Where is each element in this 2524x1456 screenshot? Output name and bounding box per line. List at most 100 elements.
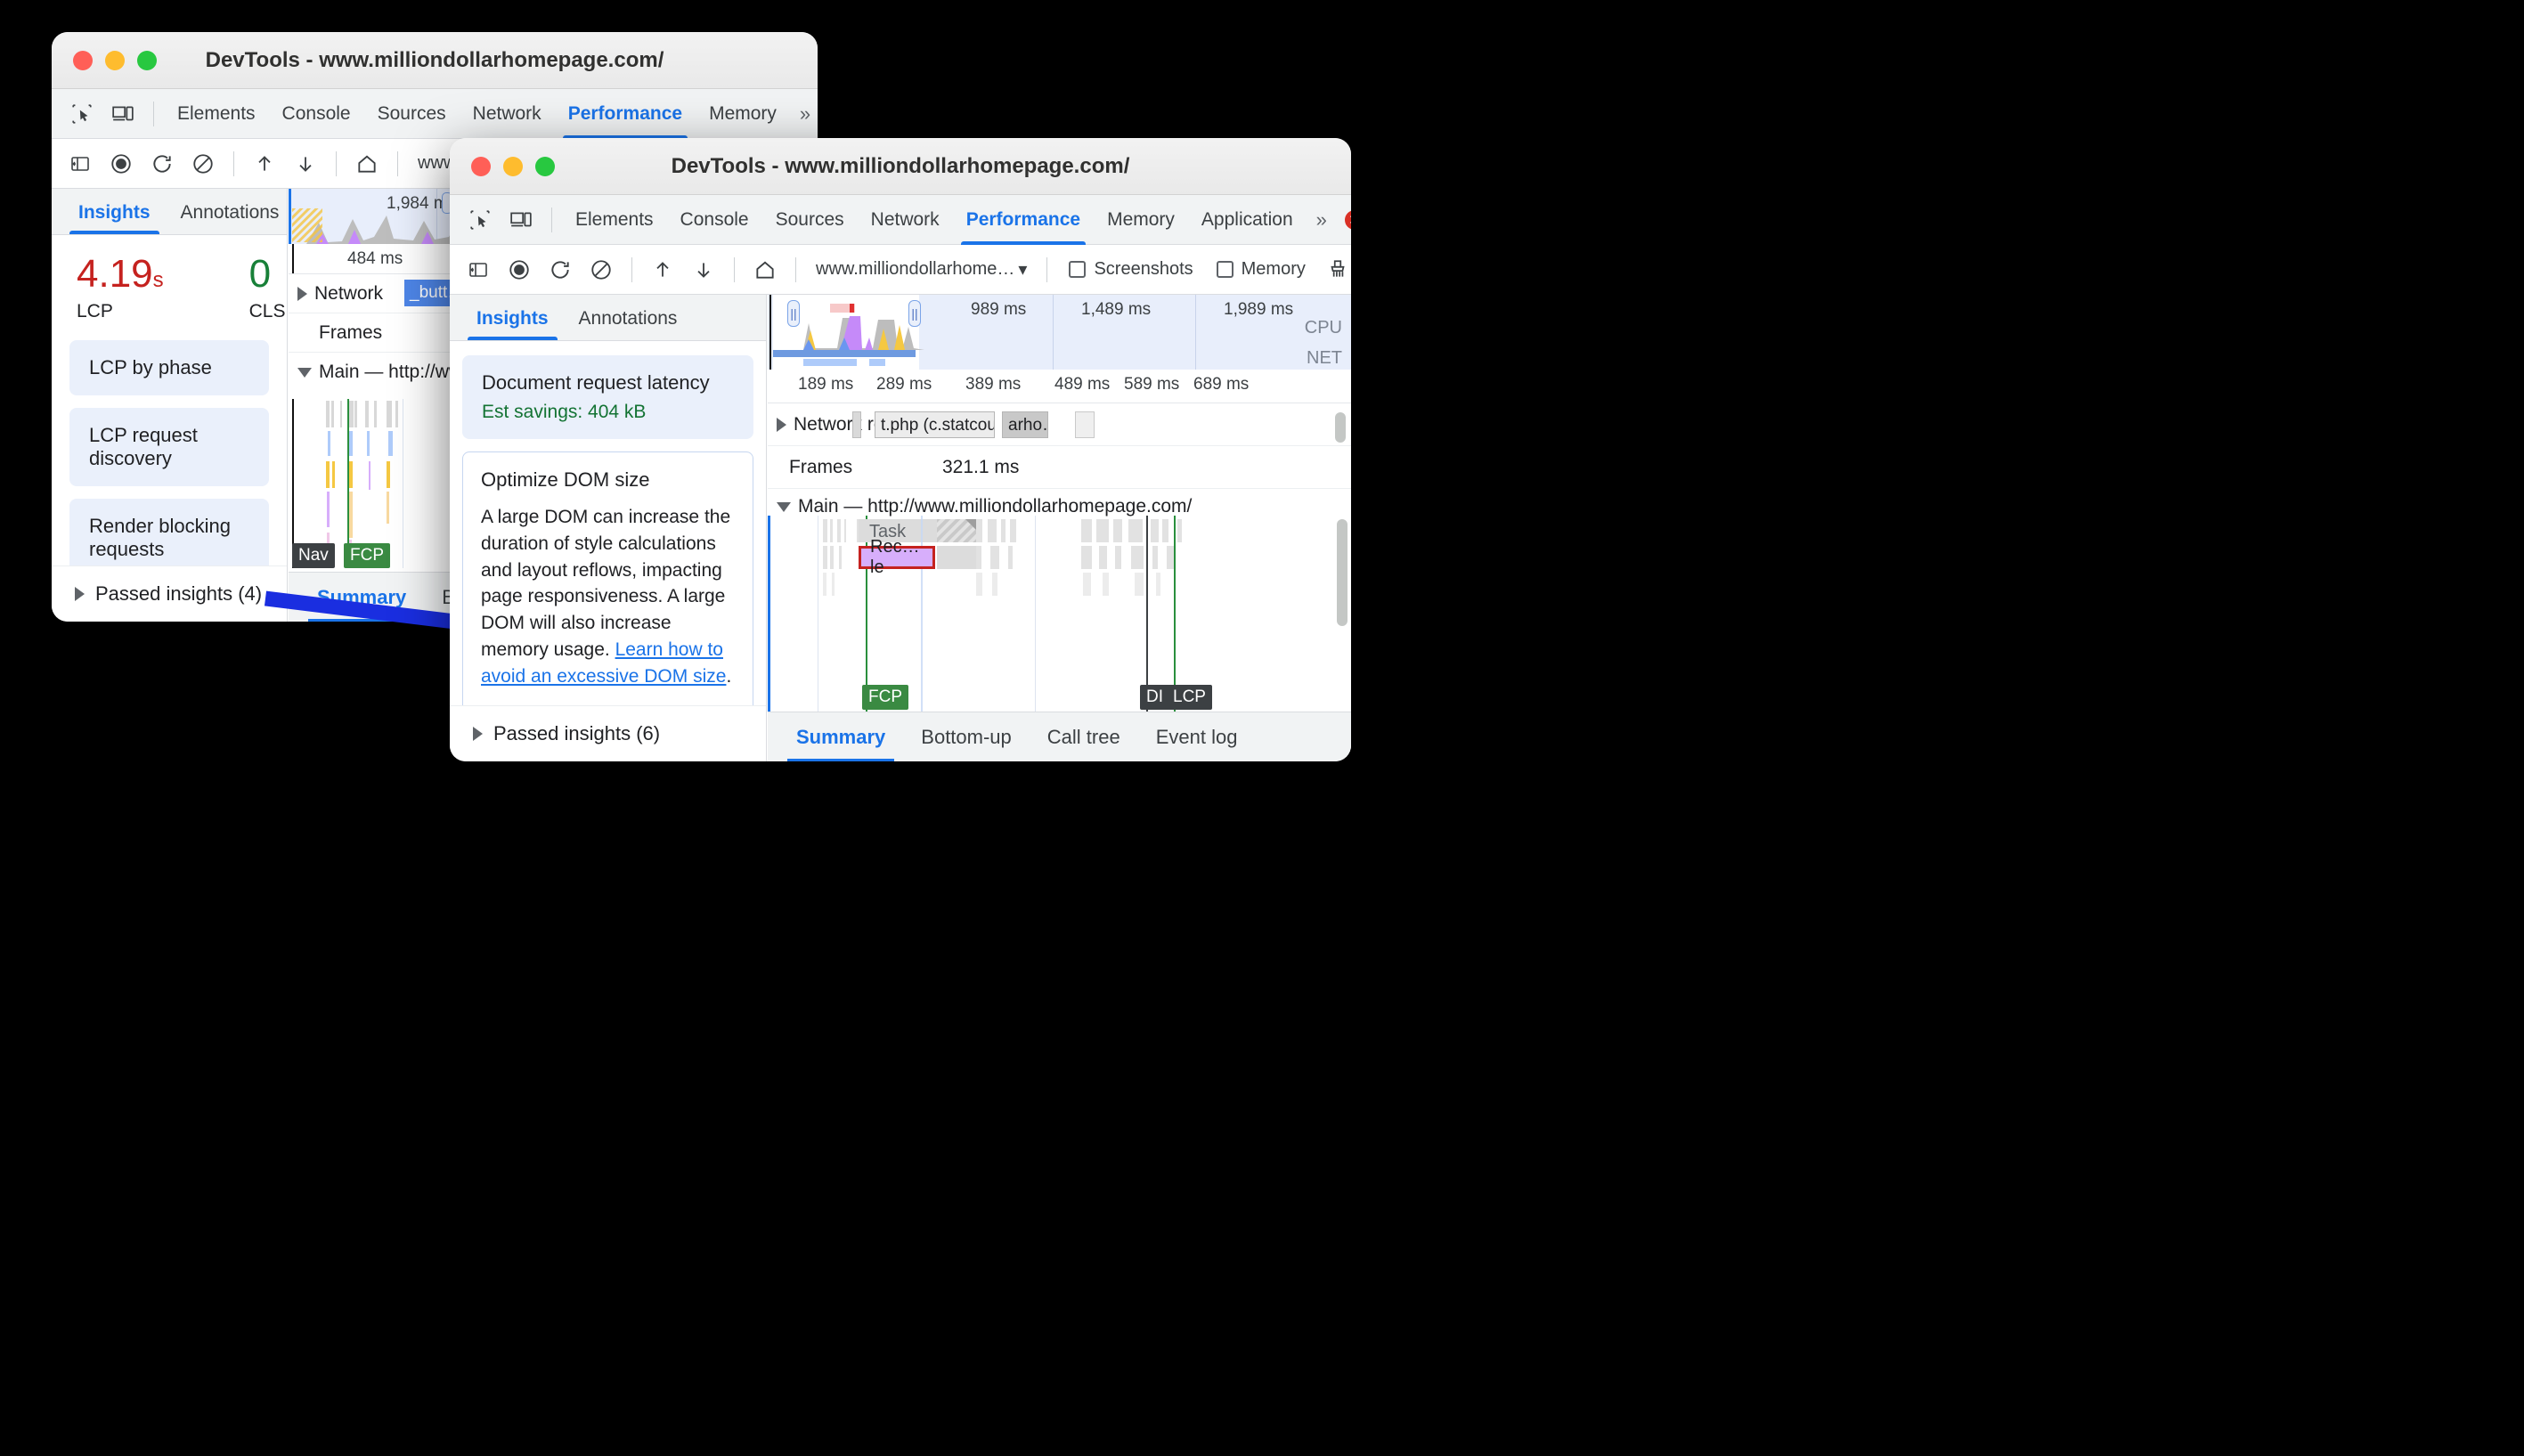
tab-sources[interactable]: Sources (365, 89, 459, 139)
insight-card[interactable]: LCP by phase (69, 340, 269, 395)
tab-performance[interactable]: Performance (556, 89, 695, 139)
tab-performance[interactable]: Performance (954, 195, 1093, 245)
tab-console[interactable]: Console (668, 195, 761, 245)
tab-memory[interactable]: Memory (696, 89, 789, 139)
window2-timeline[interactable]: 489 ms 989 ms 1,489 ms 1,989 ms CPU NET (768, 295, 1351, 761)
zoom-window-button[interactable] (535, 156, 555, 176)
device-toolbar-icon[interactable] (501, 200, 541, 240)
tab-network[interactable]: Network (460, 89, 554, 139)
insight-card-optimize-dom-size[interactable]: Optimize DOM size A large DOM can increa… (462, 451, 753, 705)
timeline-scrollbar-top[interactable] (1335, 412, 1346, 443)
zoom-window-button[interactable] (137, 50, 157, 70)
record-button[interactable] (102, 144, 141, 183)
window2-titlebar[interactable]: DevTools - www.milliondollarhomepage.com… (450, 138, 1351, 195)
window1-devtools-tabbar[interactable]: Elements Console Sources Network Perform… (52, 89, 818, 139)
window1-passed-insights[interactable]: Passed insights (4) (52, 565, 287, 622)
close-window-button[interactable] (471, 156, 491, 176)
window1-traffic-lights[interactable] (52, 50, 157, 70)
sidebar-tab-annotations[interactable]: Annotations (168, 202, 287, 234)
tab-memory[interactable]: Memory (1095, 195, 1187, 245)
track-main-label[interactable]: Main — http://www.milliondollarhomepage.… (768, 496, 1192, 517)
upload-profile-icon[interactable] (245, 144, 284, 183)
window2-issue-counters[interactable]: ✕ 2 1 ! 3 (1338, 209, 1351, 231)
origin-selector[interactable]: www.milliondollarhome… ▾ (807, 258, 1036, 281)
checkbox-box[interactable] (1069, 261, 1087, 278)
sidebar-tab-annotations[interactable]: Annotations (566, 308, 690, 340)
window1-sidebar-tabs[interactable]: Insights Annotations (52, 189, 287, 235)
sidebar-tab-insights[interactable]: Insights (66, 202, 163, 234)
window1-titlebar[interactable]: DevTools - www.milliondollarhomepage.com… (52, 32, 818, 89)
tab-console[interactable]: Console (270, 89, 363, 139)
marker-fcp[interactable]: FCP (862, 685, 908, 710)
devtools-window-2[interactable]: DevTools - www.milliondollarhomepage.com… (450, 138, 1351, 761)
window2-traffic-lights[interactable] (450, 156, 555, 176)
toggle-sidebar-icon[interactable] (459, 250, 498, 289)
track-network-label[interactable]: Network re (768, 414, 884, 435)
device-toolbar-icon[interactable] (103, 94, 142, 134)
checkbox-box[interactable] (1216, 261, 1234, 278)
clear-icon[interactable] (183, 144, 223, 183)
tab-application[interactable]: Application (1189, 195, 1306, 245)
more-tabs-icon[interactable]: » (1307, 208, 1336, 232)
record-and-reload-icon[interactable] (541, 250, 580, 289)
window2-performance-toolbar[interactable]: www.milliondollarhome… ▾ Screenshots Mem… (450, 245, 1351, 295)
bottom-tab-summary[interactable]: Summary (782, 712, 900, 761)
minimize-window-button[interactable] (105, 50, 125, 70)
tab-elements[interactable]: Elements (563, 195, 666, 245)
marker-nav[interactable]: Nav (292, 543, 335, 568)
track-frames[interactable]: Frames 321.1 ms (768, 446, 1351, 489)
metric-lcp[interactable]: 4.19s LCP (77, 255, 164, 322)
bottom-tab-bottom-up[interactable]: Bottom-up (907, 712, 1026, 762)
overview-window-right-handle[interactable]: || (908, 300, 921, 327)
toggle-sidebar-icon[interactable] (61, 144, 100, 183)
marker-fcp[interactable]: FCP (344, 543, 390, 568)
upload-profile-icon[interactable] (643, 250, 682, 289)
overview-window-left-handle[interactable] (289, 189, 291, 244)
flame-vertical-scrollbar[interactable] (1337, 519, 1347, 626)
window2-insights-sidebar[interactable]: Insights Annotations Document request la… (450, 295, 767, 761)
sidebar-tab-insights[interactable]: Insights (464, 308, 561, 340)
insight-card-document-request-latency[interactable]: Document request latency Est savings: 40… (462, 355, 753, 439)
window2-flame-chart[interactable]: Task Rec…le FCP DI LCP (768, 516, 1351, 712)
network-request-bar[interactable] (1075, 411, 1095, 438)
home-icon[interactable] (745, 250, 785, 289)
collect-garbage-icon[interactable] (1318, 250, 1351, 289)
home-icon[interactable] (347, 144, 387, 183)
memory-checkbox[interactable]: Memory (1206, 259, 1316, 280)
metric-cls[interactable]: 0 CLS (249, 255, 286, 322)
more-tabs-icon[interactable]: » (791, 102, 818, 126)
clear-icon[interactable] (582, 250, 621, 289)
insight-card[interactable]: LCP request discovery (69, 408, 269, 486)
inspect-element-icon[interactable] (460, 200, 500, 240)
window2-bottom-tabs[interactable]: Summary Bottom-up Call tree Event log (768, 712, 1351, 761)
overview-window-left-handle[interactable]: || (787, 300, 800, 327)
tab-network[interactable]: Network (859, 195, 952, 245)
download-profile-icon[interactable] (684, 250, 723, 289)
marker-dcl[interactable]: DI (1140, 685, 1169, 710)
close-window-button[interactable] (73, 50, 93, 70)
window2-sidebar-tabs[interactable]: Insights Annotations (450, 295, 766, 341)
flame-recalculate-style-block[interactable]: Rec…le (859, 537, 935, 577)
window1-insights-sidebar[interactable]: Insights Annotations 4.19s LCP 0 CLS LCP… (52, 189, 288, 622)
download-profile-icon[interactable] (286, 144, 325, 183)
marker-lcp[interactable]: LCP (1167, 685, 1212, 710)
window2-devtools-tabbar[interactable]: Elements Console Sources Network Perform… (450, 195, 1351, 245)
insight-card[interactable]: Render blocking requests Est savings: 33… (69, 499, 269, 565)
screenshots-checkbox[interactable]: Screenshots (1058, 259, 1203, 280)
error-counter[interactable]: ✕ 2 (1338, 209, 1351, 231)
track-network[interactable]: Network re t.php (c.statcounter.co… arho… (768, 403, 1351, 446)
inspect-element-icon[interactable] (62, 94, 102, 134)
record-and-reload-icon[interactable] (142, 144, 182, 183)
record-button[interactable] (500, 250, 539, 289)
network-request-bar[interactable]: arho… (1002, 411, 1048, 438)
bottom-tab-summary[interactable]: Summary (303, 573, 420, 622)
tab-sources[interactable]: Sources (763, 195, 857, 245)
network-request-bar[interactable] (852, 411, 861, 438)
window2-passed-insights[interactable]: Passed insights (6) (450, 705, 766, 761)
tab-elements[interactable]: Elements (165, 89, 268, 139)
bottom-tab-event-log[interactable]: Event log (1142, 712, 1252, 762)
window2-overview[interactable]: 489 ms 989 ms 1,489 ms 1,989 ms CPU NET (768, 295, 1351, 370)
bottom-tab-call-tree[interactable]: Call tree (1033, 712, 1135, 762)
minimize-window-button[interactable] (503, 156, 523, 176)
track-network-label[interactable]: Network (289, 283, 383, 305)
